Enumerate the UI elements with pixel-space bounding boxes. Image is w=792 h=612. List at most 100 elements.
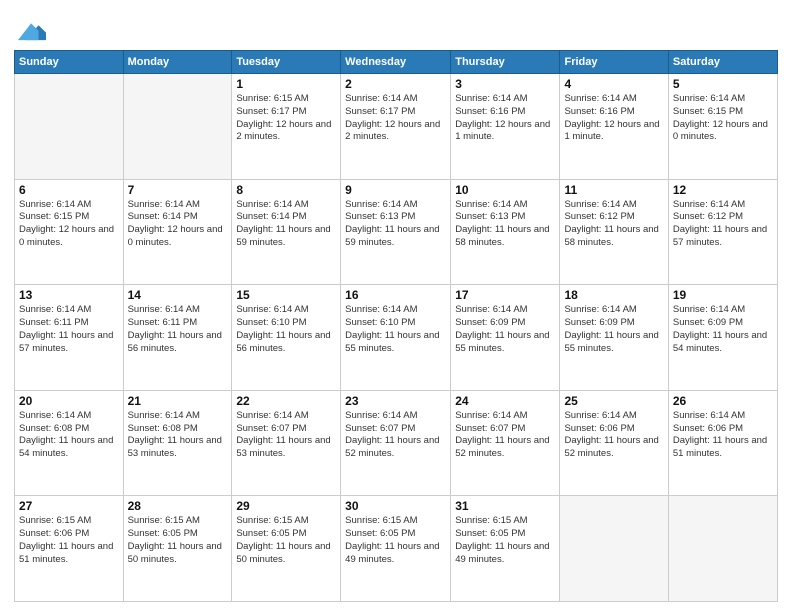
- day-info: Sunrise: 6:14 AM Sunset: 6:16 PM Dayligh…: [564, 93, 663, 144]
- calendar-table: Sunday Monday Tuesday Wednesday Thursday…: [14, 50, 778, 602]
- day-number: 15: [236, 288, 336, 302]
- day-info: Sunrise: 6:14 AM Sunset: 6:07 PM Dayligh…: [345, 410, 446, 461]
- logo: [14, 14, 46, 42]
- calendar-cell: [668, 496, 777, 602]
- day-number: 1: [236, 77, 336, 91]
- day-number: 31: [455, 499, 555, 513]
- calendar-cell: 25Sunrise: 6:14 AM Sunset: 6:06 PM Dayli…: [560, 390, 668, 496]
- day-info: Sunrise: 6:14 AM Sunset: 6:12 PM Dayligh…: [673, 199, 773, 250]
- day-number: 23: [345, 394, 446, 408]
- calendar-cell: [560, 496, 668, 602]
- header-monday: Monday: [123, 51, 232, 74]
- day-info: Sunrise: 6:14 AM Sunset: 6:15 PM Dayligh…: [673, 93, 773, 144]
- logo-icon: [18, 14, 46, 42]
- calendar-cell: 3 Sunrise: 6:14 AM Sunset: 6:16 PM Daylig…: [451, 74, 560, 180]
- day-number: 30: [345, 499, 446, 513]
- calendar-cell: 29 Sunrise: 6:15 AM Sunset: 6:05 PM Dayli…: [232, 496, 341, 602]
- day-number: 2: [345, 77, 446, 91]
- weekday-header-row: Sunday Monday Tuesday Wednesday Thursday…: [15, 51, 778, 74]
- day-info: Sunrise: 6:14 AM Sunset: 6:16 PM Dayligh…: [455, 93, 555, 144]
- header-wednesday: Wednesday: [341, 51, 451, 74]
- calendar-cell: 16 Sunrise: 6:14 AM Sunset: 6:10 PM Dayli…: [341, 285, 451, 391]
- calendar-cell: 21 Sunrise: 6:14 AM Sunset: 6:08 PM Dayli…: [123, 390, 232, 496]
- calendar-cell: 23 Sunrise: 6:14 AM Sunset: 6:07 PM Dayli…: [341, 390, 451, 496]
- day-info: Sunrise: 6:15 AM Sunset: 6:17 PM Dayligh…: [236, 93, 336, 144]
- calendar-cell: 8Sunrise: 6:14 AM Sunset: 6:14 PM Daylig…: [232, 179, 341, 285]
- day-info: Sunrise: 6:15 AM Sunset: 6:05 PM Dayligh…: [455, 515, 555, 566]
- day-info: Sunrise: 6:14 AM Sunset: 6:09 PM Dayligh…: [564, 304, 663, 355]
- calendar-cell: 5Sunrise: 6:14 AM Sunset: 6:15 PM Daylig…: [668, 74, 777, 180]
- day-number: 13: [19, 288, 119, 302]
- calendar-cell: 4 Sunrise: 6:14 AM Sunset: 6:16 PM Daylig…: [560, 74, 668, 180]
- day-number: 19: [673, 288, 773, 302]
- day-info: Sunrise: 6:14 AM Sunset: 6:17 PM Dayligh…: [345, 93, 446, 144]
- calendar-cell: 20Sunrise: 6:14 AM Sunset: 6:08 PM Dayli…: [15, 390, 124, 496]
- week-row-4: 20Sunrise: 6:14 AM Sunset: 6:08 PM Dayli…: [15, 390, 778, 496]
- calendar-cell: 9Sunrise: 6:14 AM Sunset: 6:13 PM Daylig…: [341, 179, 451, 285]
- day-info: Sunrise: 6:14 AM Sunset: 6:06 PM Dayligh…: [673, 410, 773, 461]
- calendar-cell: 2 Sunrise: 6:14 AM Sunset: 6:17 PM Daylig…: [341, 74, 451, 180]
- header-friday: Friday: [560, 51, 668, 74]
- calendar-cell: 6Sunrise: 6:14 AM Sunset: 6:15 PM Daylig…: [15, 179, 124, 285]
- header-tuesday: Tuesday: [232, 51, 341, 74]
- calendar-cell: 17 Sunrise: 6:14 AM Sunset: 6:09 PM Dayli…: [451, 285, 560, 391]
- day-number: 14: [128, 288, 228, 302]
- calendar-cell: 28Sunrise: 6:15 AM Sunset: 6:05 PM Dayli…: [123, 496, 232, 602]
- day-number: 24: [455, 394, 555, 408]
- calendar-cell: 14 Sunrise: 6:14 AM Sunset: 6:11 PM Dayli…: [123, 285, 232, 391]
- day-info: Sunrise: 6:14 AM Sunset: 6:10 PM Dayligh…: [345, 304, 446, 355]
- day-number: 29: [236, 499, 336, 513]
- calendar-cell: 13 Sunrise: 6:14 AM Sunset: 6:11 PM Dayli…: [15, 285, 124, 391]
- calendar-cell: 31 Sunrise: 6:15 AM Sunset: 6:05 PM Dayli…: [451, 496, 560, 602]
- calendar-cell: 26 Sunrise: 6:14 AM Sunset: 6:06 PM Dayli…: [668, 390, 777, 496]
- header: [14, 10, 778, 42]
- day-info: Sunrise: 6:15 AM Sunset: 6:06 PM Dayligh…: [19, 515, 119, 566]
- week-row-1: 1 Sunrise: 6:15 AM Sunset: 6:17 PM Daylig…: [15, 74, 778, 180]
- day-number: 7: [128, 183, 228, 197]
- day-info: Sunrise: 6:14 AM Sunset: 6:07 PM Dayligh…: [236, 410, 336, 461]
- day-number: 10: [455, 183, 555, 197]
- calendar-cell: [123, 74, 232, 180]
- header-saturday: Saturday: [668, 51, 777, 74]
- day-number: 4: [564, 77, 663, 91]
- calendar-cell: 10Sunrise: 6:14 AM Sunset: 6:13 PM Dayli…: [451, 179, 560, 285]
- day-info: Sunrise: 6:14 AM Sunset: 6:09 PM Dayligh…: [673, 304, 773, 355]
- day-number: 26: [673, 394, 773, 408]
- day-number: 9: [345, 183, 446, 197]
- header-thursday: Thursday: [451, 51, 560, 74]
- calendar-cell: 12 Sunrise: 6:14 AM Sunset: 6:12 PM Dayli…: [668, 179, 777, 285]
- day-number: 27: [19, 499, 119, 513]
- page: Sunday Monday Tuesday Wednesday Thursday…: [0, 0, 792, 612]
- day-number: 21: [128, 394, 228, 408]
- day-info: Sunrise: 6:14 AM Sunset: 6:14 PM Dayligh…: [128, 199, 228, 250]
- calendar-cell: 15 Sunrise: 6:14 AM Sunset: 6:10 PM Dayli…: [232, 285, 341, 391]
- calendar-cell: 7 Sunrise: 6:14 AM Sunset: 6:14 PM Daylig…: [123, 179, 232, 285]
- day-number: 16: [345, 288, 446, 302]
- calendar-cell: 11 Sunrise: 6:14 AM Sunset: 6:12 PM Dayli…: [560, 179, 668, 285]
- day-info: Sunrise: 6:14 AM Sunset: 6:14 PM Dayligh…: [236, 199, 336, 250]
- day-info: Sunrise: 6:14 AM Sunset: 6:11 PM Dayligh…: [19, 304, 119, 355]
- day-number: 17: [455, 288, 555, 302]
- day-info: Sunrise: 6:15 AM Sunset: 6:05 PM Dayligh…: [345, 515, 446, 566]
- day-info: Sunrise: 6:14 AM Sunset: 6:12 PM Dayligh…: [564, 199, 663, 250]
- calendar-cell: 27 Sunrise: 6:15 AM Sunset: 6:06 PM Dayli…: [15, 496, 124, 602]
- day-number: 3: [455, 77, 555, 91]
- day-info: Sunrise: 6:14 AM Sunset: 6:11 PM Dayligh…: [128, 304, 228, 355]
- day-info: Sunrise: 6:14 AM Sunset: 6:08 PM Dayligh…: [128, 410, 228, 461]
- calendar-cell: [15, 74, 124, 180]
- day-number: 6: [19, 183, 119, 197]
- day-number: 18: [564, 288, 663, 302]
- header-sunday: Sunday: [15, 51, 124, 74]
- week-row-5: 27 Sunrise: 6:15 AM Sunset: 6:06 PM Dayli…: [15, 496, 778, 602]
- week-row-3: 13 Sunrise: 6:14 AM Sunset: 6:11 PM Dayli…: [15, 285, 778, 391]
- day-number: 25: [564, 394, 663, 408]
- day-number: 11: [564, 183, 663, 197]
- day-info: Sunrise: 6:14 AM Sunset: 6:09 PM Dayligh…: [455, 304, 555, 355]
- day-info: Sunrise: 6:15 AM Sunset: 6:05 PM Dayligh…: [236, 515, 336, 566]
- week-row-2: 6Sunrise: 6:14 AM Sunset: 6:15 PM Daylig…: [15, 179, 778, 285]
- day-info: Sunrise: 6:14 AM Sunset: 6:08 PM Dayligh…: [19, 410, 119, 461]
- day-number: 12: [673, 183, 773, 197]
- day-info: Sunrise: 6:14 AM Sunset: 6:10 PM Dayligh…: [236, 304, 336, 355]
- calendar-cell: 22Sunrise: 6:14 AM Sunset: 6:07 PM Dayli…: [232, 390, 341, 496]
- calendar-cell: 24Sunrise: 6:14 AM Sunset: 6:07 PM Dayli…: [451, 390, 560, 496]
